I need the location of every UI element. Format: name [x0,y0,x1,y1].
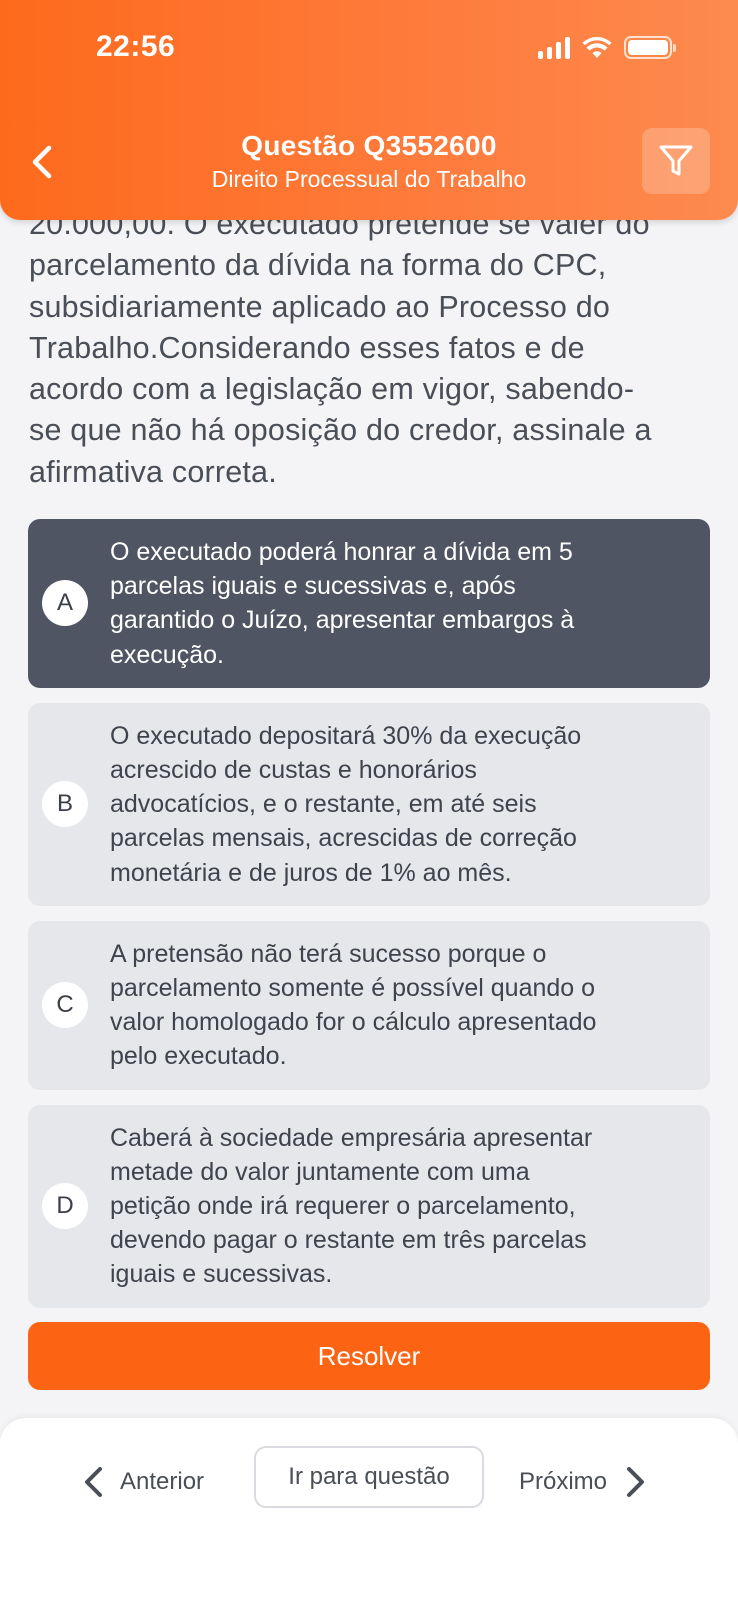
page-subtitle: Direito Processual do Trabalho [211,166,527,192]
option-text-line: iguais e sucessivas. [110,1260,333,1289]
option-text-line: O executado depositará 30% da execução [110,721,582,750]
next-label: Próximo [519,1468,608,1495]
previous-button[interactable]: Anterior [82,1462,204,1502]
question-line: subsidiariamente aplicado ao Processo do [29,289,611,324]
chevron-left-icon [85,1467,102,1497]
option-letter-badge: C [42,982,88,1029]
bottom-navigation: Anterior Ir para questão Próximo [0,1418,738,1600]
header-title-block: Questão Q3552600 Direito Processual do T… [0,130,738,193]
option-text-line: A pretensão não terá sucesso porque o [110,939,547,968]
question-statement: 20.000,00. O executado pretende se valer… [29,204,719,493]
option-b[interactable]: B O executado depositará 30% da execução a… [28,702,710,906]
option-letter-badge: A [42,580,88,627]
previous-label: Anterior [120,1468,205,1495]
option-letter-badge: B [42,781,88,828]
chevron-right-icon [627,1467,645,1497]
option-text-line: garantido o Juízo, apresentar embargos à [110,606,575,635]
option-text-line: parcelas mensais, acrescidas de correção [110,824,577,853]
option-text-line: valor homologado for o cálculo apresenta… [110,1008,597,1037]
question-line: afirmativa correta. [29,454,277,489]
options-list: A O executado poderá honrar a dívida em 5… [28,519,710,1323]
wifi-icon [582,36,612,58]
battery-icon [624,36,676,59]
question-line: acordo com a legislação em vigor, sabend… [29,372,635,407]
option-text-line: monetária e de juros de 1% ao mês. [110,858,512,887]
signal-icon [538,36,570,59]
option-c[interactable]: C A pretensão não terá sucesso porque o pa… [28,920,710,1090]
option-text-line: pelo executado. [110,1042,287,1071]
option-text: O executado depositará 30% da execução ac… [110,719,694,890]
option-d[interactable]: D Caberá à sociedade empresária apresenta… [28,1104,710,1308]
app-header: 22:56 Questão Q3552600 Direito Processua… [0,0,738,220]
option-text-line: O executado poderá honrar a dívida em 5 [110,538,573,566]
question-line: parcelamento da dívida na forma do CPC, [29,248,607,283]
option-text-line: parcelamento somente é possível quando o [110,974,596,1003]
option-text: A pretensão não terá sucesso porque o par… [110,937,694,1074]
option-text-line: metade do valor juntamente com uma [110,1157,530,1186]
question-line: Trabalho.Considerando esses fatos e de [29,330,585,365]
resolve-button[interactable]: Resolver [28,1322,710,1390]
status-time: 22:56 [96,30,176,63]
option-text: Caberá à sociedade empresária apresentar… [110,1121,694,1292]
option-a[interactable]: A O executado poderá honrar a dívida em 5… [28,519,710,688]
option-text-line: devendo pagar o restante em três parcela… [110,1226,587,1255]
option-text-line: petição onde irá requerer o parcelamento… [110,1192,576,1221]
option-text-line: acrescido de custas e honorários [110,756,477,785]
filter-button[interactable] [642,128,710,194]
next-button[interactable]: Próximo [519,1462,647,1502]
go-to-question-button[interactable]: Ir para questão [254,1446,484,1508]
option-text-line: execução. [110,640,224,669]
status-icons [538,36,676,59]
option-text-line: advocatícios, e o restante, em até seis [110,790,537,819]
option-letter-badge: D [42,1183,88,1230]
question-line: se que não há oposição do credor, assina… [29,413,652,448]
option-text: O executado poderá honrar a dívida em 5 p… [110,535,694,672]
option-text-line: Caberá à sociedade empresária apresentar [110,1123,593,1152]
page-title: Questão Q3552600 [241,130,497,161]
option-text-line: parcelas iguais e sucessivas e, após [110,572,516,601]
filter-icon [659,145,693,176]
